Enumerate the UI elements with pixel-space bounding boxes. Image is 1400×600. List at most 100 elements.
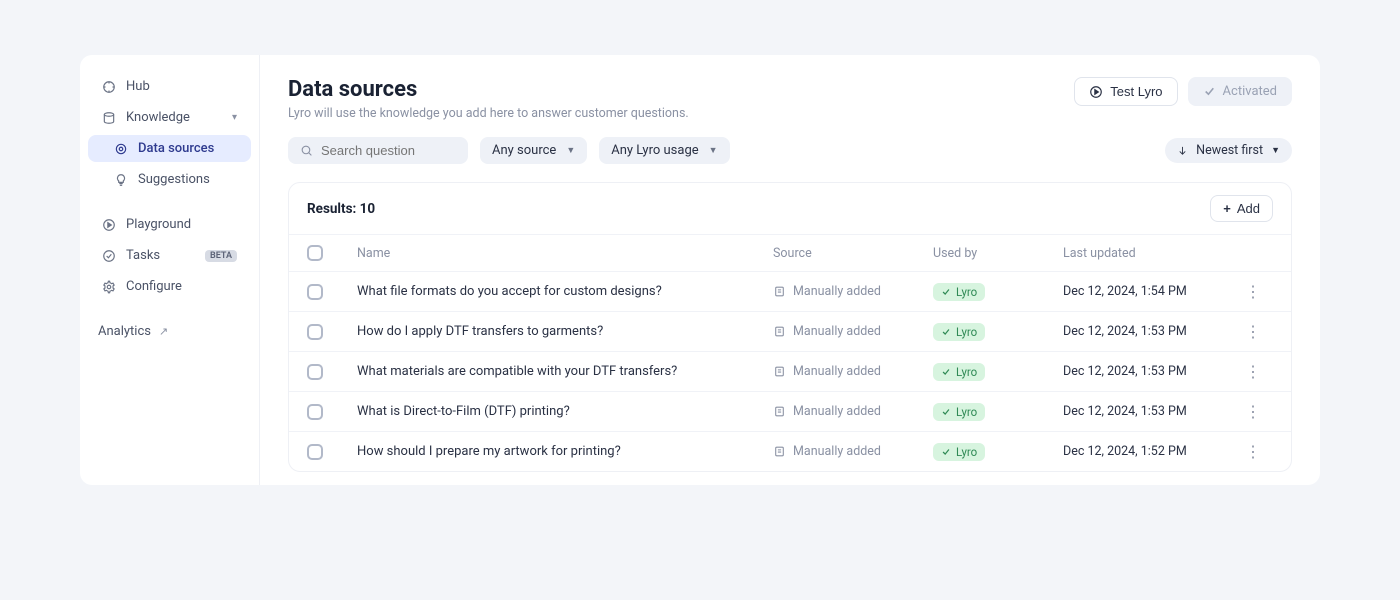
sidebar-label-tasks: Tasks <box>126 248 160 263</box>
search-icon <box>300 144 313 157</box>
row-name: What file formats do you accept for cust… <box>357 284 773 299</box>
lyro-tag: Lyro <box>933 403 985 421</box>
row-checkbox[interactable] <box>307 404 323 420</box>
check-circle-icon <box>102 249 116 263</box>
sidebar-label-configure: Configure <box>126 279 182 294</box>
lyro-tag: Lyro <box>933 283 985 301</box>
caret-down-icon: ▼ <box>566 145 575 156</box>
row-used-by: Lyro <box>933 323 1063 341</box>
test-lyro-button[interactable]: Test Lyro <box>1074 77 1177 106</box>
external-link-icon: ↗ <box>159 325 168 338</box>
page-title: Data sources <box>288 77 689 102</box>
filter-usage[interactable]: Any Lyro usage ▼ <box>599 137 729 164</box>
page-subtitle: Lyro will use the knowledge you add here… <box>288 106 689 121</box>
table-row[interactable]: What file formats do you accept for cust… <box>289 271 1291 311</box>
activated-label: Activated <box>1223 84 1277 99</box>
row-menu-button[interactable]: ⋮ <box>1233 322 1273 341</box>
note-icon <box>773 365 786 378</box>
col-used-by: Used by <box>933 246 1063 261</box>
row-source: Manually added <box>773 324 933 339</box>
row-name: How do I apply DTF transfers to garments… <box>357 324 773 339</box>
sidebar-label-playground: Playground <box>126 217 191 232</box>
check-icon <box>941 447 951 457</box>
add-button[interactable]: + Add <box>1210 195 1273 222</box>
row-source: Manually added <box>773 284 933 299</box>
row-menu-button[interactable]: ⋮ <box>1233 362 1273 381</box>
table-row[interactable]: How do I apply DTF transfers to garments… <box>289 311 1291 351</box>
row-menu-button[interactable]: ⋮ <box>1233 402 1273 421</box>
sidebar-link-analytics[interactable]: Analytics ↗ <box>80 318 259 345</box>
filter-source[interactable]: Any source ▼ <box>480 137 587 164</box>
filter-source-label: Any source <box>492 143 556 158</box>
table-row[interactable]: How should I prepare my artwork for prin… <box>289 431 1291 471</box>
filter-usage-label: Any Lyro usage <box>611 143 698 158</box>
sidebar-item-configure[interactable]: Configure <box>88 273 251 300</box>
beta-badge: BETA <box>205 250 237 262</box>
row-checkbox[interactable] <box>307 364 323 380</box>
row-used-by: Lyro <box>933 403 1063 421</box>
row-used-by: Lyro <box>933 443 1063 461</box>
row-updated: Dec 12, 2024, 1:54 PM <box>1063 284 1233 299</box>
caret-down-icon: ▼ <box>1271 145 1280 156</box>
check-icon <box>941 327 951 337</box>
target-icon <box>114 142 128 156</box>
database-icon <box>102 111 116 125</box>
add-label: Add <box>1237 201 1260 216</box>
results-count: Results: 10 <box>307 201 375 217</box>
play-icon <box>102 218 116 232</box>
table-row[interactable]: What materials are compatible with your … <box>289 351 1291 391</box>
row-updated: Dec 12, 2024, 1:53 PM <box>1063 324 1233 339</box>
col-source: Source <box>773 246 933 261</box>
sidebar: Hub Knowledge ▾ Data sources Suggestions <box>80 55 260 485</box>
sidebar-item-playground[interactable]: Playground <box>88 211 251 238</box>
hub-icon <box>102 80 116 94</box>
chevron-down-icon: ▾ <box>232 112 237 123</box>
row-name: What is Direct-to-Film (DTF) printing? <box>357 404 773 419</box>
sort-label: Newest first <box>1196 143 1263 158</box>
note-icon <box>773 405 786 418</box>
lyro-tag: Lyro <box>933 363 985 381</box>
row-checkbox[interactable] <box>307 324 323 340</box>
row-menu-button[interactable]: ⋮ <box>1233 442 1273 461</box>
row-checkbox[interactable] <box>307 444 323 460</box>
sidebar-item-suggestions[interactable]: Suggestions <box>88 166 251 193</box>
test-lyro-label: Test Lyro <box>1110 84 1162 99</box>
play-circle-icon <box>1089 85 1103 99</box>
row-checkbox[interactable] <box>307 284 323 300</box>
row-used-by: Lyro <box>933 283 1063 301</box>
lightbulb-icon <box>114 173 128 187</box>
sidebar-label-hub: Hub <box>126 79 150 94</box>
row-updated: Dec 12, 2024, 1:53 PM <box>1063 404 1233 419</box>
sidebar-label-knowledge: Knowledge <box>126 110 190 125</box>
row-updated: Dec 12, 2024, 1:53 PM <box>1063 364 1233 379</box>
col-updated: Last updated <box>1063 246 1233 261</box>
main-panel: Data sources Lyro will use the knowledge… <box>260 55 1320 485</box>
sidebar-label-analytics: Analytics <box>98 324 151 339</box>
sidebar-item-data-sources[interactable]: Data sources <box>88 135 251 162</box>
check-icon <box>1203 85 1216 98</box>
row-source: Manually added <box>773 364 933 379</box>
sidebar-item-knowledge[interactable]: Knowledge ▾ <box>88 104 251 131</box>
row-name: What materials are compatible with your … <box>357 364 773 379</box>
search-input-wrap[interactable] <box>288 137 468 164</box>
check-icon <box>941 367 951 377</box>
row-updated: Dec 12, 2024, 1:52 PM <box>1063 444 1233 459</box>
sort-dropdown[interactable]: Newest first ▼ <box>1165 138 1292 163</box>
select-all-checkbox[interactable] <box>307 245 323 261</box>
row-menu-button[interactable]: ⋮ <box>1233 282 1273 301</box>
row-source: Manually added <box>773 444 933 459</box>
arrow-down-icon <box>1177 145 1188 156</box>
table-row[interactable]: What is Direct-to-Film (DTF) printing? M… <box>289 391 1291 431</box>
note-icon <box>773 285 786 298</box>
row-name: How should I prepare my artwork for prin… <box>357 444 773 459</box>
gear-icon <box>102 280 116 294</box>
check-icon <box>941 287 951 297</box>
sidebar-label-suggestions: Suggestions <box>138 172 210 187</box>
search-input[interactable] <box>321 143 456 158</box>
sidebar-item-hub[interactable]: Hub <box>88 73 251 100</box>
sidebar-label-data-sources: Data sources <box>138 141 214 156</box>
sidebar-item-tasks[interactable]: Tasks BETA <box>88 242 251 269</box>
plus-icon: + <box>1223 201 1231 216</box>
note-icon <box>773 445 786 458</box>
results-card: Results: 10 + Add Name Source Used by La… <box>288 182 1292 472</box>
